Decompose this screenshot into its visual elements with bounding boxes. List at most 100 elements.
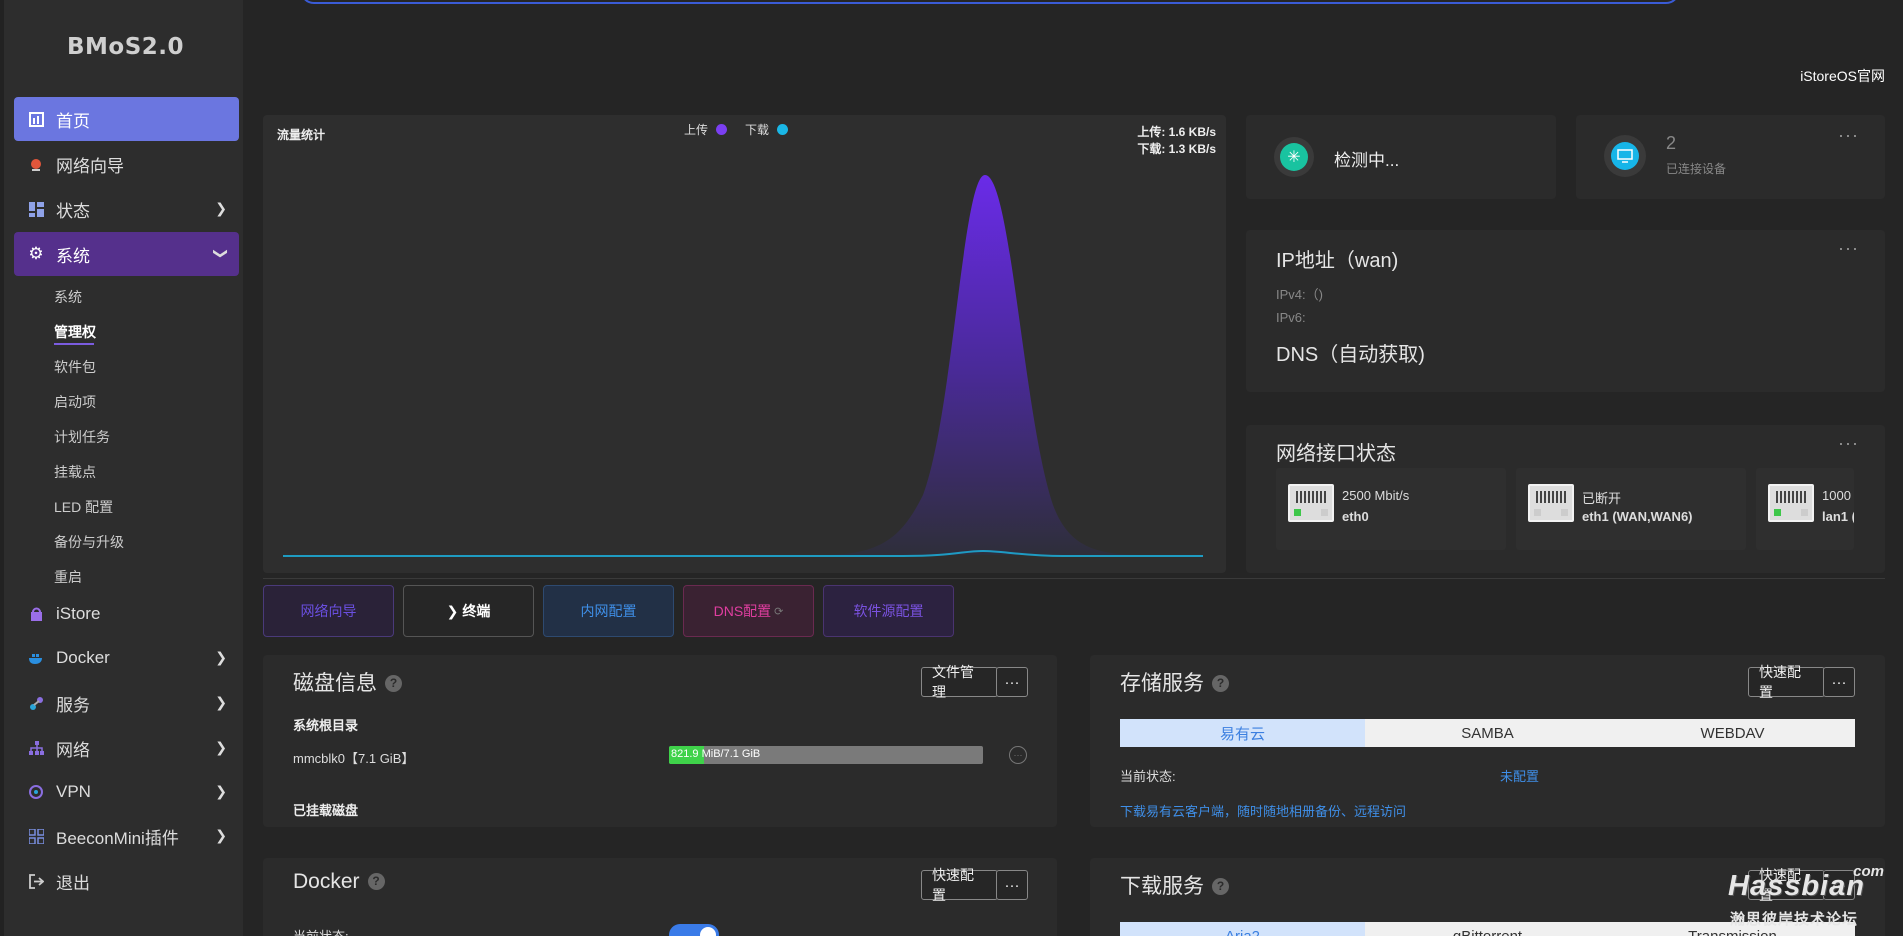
sidebar-item-status[interactable]: 状态 ❯ — [14, 187, 239, 231]
connected-devices-card[interactable]: 2 已连接设备 ··· — [1576, 115, 1885, 199]
docker-toggle[interactable] — [669, 924, 719, 936]
storage-service-card: 存储服务? 快速配置 ··· 易有云 SAMBA WEBDAV 当前状态: 未配… — [1090, 655, 1885, 827]
loading-icon: ✳ — [1280, 143, 1308, 171]
help-icon[interactable]: ? — [367, 872, 385, 890]
root-dir-label: 系统根目录 — [293, 718, 359, 733]
sidebar-item-beecon[interactable]: BeeconMini插件 ❯ — [14, 814, 239, 858]
quick-network-wizard-button[interactable]: 网络向导 — [263, 585, 394, 637]
device-count: 2 — [1666, 133, 1677, 153]
tab-samba[interactable]: SAMBA — [1365, 719, 1610, 747]
help-icon[interactable]: ? — [1212, 877, 1229, 895]
quick-software-source-button[interactable]: 软件源配置 — [823, 585, 954, 637]
iface-name: eth1 (WAN,WAN6) — [1582, 509, 1693, 524]
docker-icon — [28, 650, 44, 666]
download-title-row: 下载服务? — [1120, 870, 1229, 900]
sidebar-item-logout[interactable]: 退出 — [14, 859, 239, 903]
sidebar-item-home[interactable]: 首页 — [14, 97, 239, 141]
tab-webdav[interactable]: WEBDAV — [1610, 719, 1855, 747]
sidebar-subitem-startup[interactable]: 启动项 — [54, 392, 96, 412]
istore-official-link[interactable]: iStoreOS官网 — [1800, 66, 1885, 86]
sidebar-item-vpn[interactable]: VPN ❯ — [14, 770, 239, 814]
sidebar-subitem-system[interactable]: 系统 — [54, 287, 82, 307]
sidebar-item-label: BeeconMini插件 — [56, 828, 179, 848]
tab-aria2[interactable]: Aria2 — [1120, 922, 1365, 936]
ipv4-value: IPv4:（) — [1276, 287, 1323, 302]
tab-yiyouyun[interactable]: 易有云 — [1120, 719, 1365, 747]
quick-dns-config-button[interactable]: DNS配置 ⟳ — [683, 585, 814, 637]
chevron-right-icon: ❯ — [215, 649, 227, 665]
dns-label: DNS（自动获取) — [1276, 344, 1425, 366]
watermark-sub: 瀚思彼岸技术论坛 — [1730, 911, 1859, 928]
disk-more-button[interactable]: ··· — [996, 667, 1028, 697]
iface-speed: 1000 — [1822, 488, 1851, 503]
more-icon[interactable]: ··· — [1838, 433, 1859, 454]
docker-more-button[interactable]: ··· — [996, 870, 1028, 900]
device-label: 已连接设备 — [1666, 162, 1727, 176]
ethernet-port-icon — [1768, 484, 1814, 522]
help-icon[interactable]: ? — [1212, 674, 1229, 692]
globe-icon — [28, 156, 44, 172]
globe-lock-icon — [28, 784, 44, 800]
sidebar-subitem-packages[interactable]: 软件包 — [54, 357, 96, 377]
sidebar-item-label: iStore — [56, 604, 101, 623]
traffic-chart — [283, 175, 1203, 557]
quick-terminal-button[interactable]: ❯ 终端 — [403, 585, 534, 637]
sidebar-item-network[interactable]: 网络 ❯ — [14, 726, 239, 770]
quick-lan-config-button[interactable]: 内网配置 — [543, 585, 674, 637]
iface-speed: 2500 Mbit/s — [1342, 488, 1410, 503]
more-circle-icon[interactable]: ··· — [1009, 746, 1027, 764]
sidebar-item-istore[interactable]: iStore — [14, 592, 239, 636]
brand-logo: BMoS2.0 — [66, 34, 185, 60]
sidebar-item-label: Docker — [56, 648, 110, 667]
network-detect-card: ✳ 检测中... — [1246, 115, 1556, 199]
sidebar-item-services[interactable]: 服务 ❯ — [14, 681, 239, 725]
mounted-disk-label: 已挂载磁盘 — [293, 803, 359, 818]
sidebar-item-system[interactable]: ⚙ 系统 ❯ — [14, 232, 239, 276]
logout-icon — [28, 873, 44, 889]
spinner-icon: ⟳ — [774, 605, 784, 618]
sidebar-item-label: 网络向导 — [56, 156, 124, 176]
storage-quick-config-button[interactable]: 快速配置 — [1748, 664, 1825, 700]
store-icon — [28, 606, 44, 622]
storage-status-label: 当前状态: — [1120, 769, 1176, 784]
sidebar-subitem-mounts[interactable]: 挂载点 — [54, 462, 96, 482]
storage-download-link[interactable]: 下载易有云客户端，随时随地相册备份、远程访问 — [1120, 801, 1406, 820]
iface-item-eth1[interactable]: 已断开 eth1 (WAN,WAN6) — [1516, 468, 1746, 550]
traffic-card: 流量统计 上传 下载 上传: 1.6 KB/s 下载: 1.3 KB/s — [263, 115, 1226, 573]
divider — [263, 578, 1885, 579]
sidebar-item-docker[interactable]: Docker ❯ — [14, 636, 239, 680]
sidebar-subitem-backup[interactable]: 备份与升级 — [54, 532, 124, 552]
sidebar-subitem-cron[interactable]: 计划任务 — [54, 427, 110, 447]
iface-speed: 已断开 — [1582, 491, 1622, 506]
sidebar-item-wizard[interactable]: 网络向导 — [14, 142, 239, 186]
grid-icon — [28, 201, 44, 217]
sidebar-item-label: 系统 — [56, 246, 90, 266]
storage-more-button[interactable]: ··· — [1823, 667, 1855, 697]
sidebar: BMoS2.0 首页 网络向导 状态 ❯ ⚙ 系统 ❯ 系统 管理权 软件包 启… — [0, 0, 243, 936]
chevron-down-icon: ❯ — [213, 247, 230, 260]
sidebar-subitem-led[interactable]: LED 配置 — [54, 497, 113, 517]
toggle-knob — [700, 927, 716, 936]
quick-dns-label: DNS配置 — [713, 603, 772, 619]
iface-item-eth0[interactable]: 2500 Mbit/s eth0 — [1276, 468, 1506, 550]
ethernet-port-icon — [1528, 484, 1574, 522]
help-icon[interactable]: ? — [385, 674, 402, 692]
docker-quick-config-button[interactable]: 快速配置 — [921, 867, 998, 903]
iface-item-lan1[interactable]: 1000 lan1 (L — [1756, 468, 1854, 550]
watermark-com: com — [1853, 863, 1884, 880]
sidebar-subitem-reboot[interactable]: 重启 — [54, 567, 82, 587]
disk-title: 磁盘信息 — [293, 672, 377, 695]
sidebar-subitem-admin[interactable]: 管理权 — [54, 322, 96, 345]
tab-qbittorrent[interactable]: qBittorrent — [1365, 922, 1610, 936]
sidebar-item-label: 网络 — [56, 740, 90, 760]
more-icon[interactable]: ··· — [1838, 125, 1859, 146]
detect-icon-wrap: ✳ — [1274, 137, 1314, 177]
disk-usage-text: 821.9 MiB/7.1 GiB — [671, 748, 761, 760]
sidebar-item-label: VPN — [56, 782, 91, 801]
file-manager-button[interactable]: 文件管理 — [921, 664, 998, 700]
chevron-right-icon: ❯ — [215, 739, 227, 755]
chevron-right-icon: ❯ — [215, 827, 227, 843]
device-icon-wrap — [1604, 135, 1646, 177]
more-icon[interactable]: ··· — [1838, 238, 1859, 259]
disk-title-row: 磁盘信息? — [293, 667, 402, 697]
